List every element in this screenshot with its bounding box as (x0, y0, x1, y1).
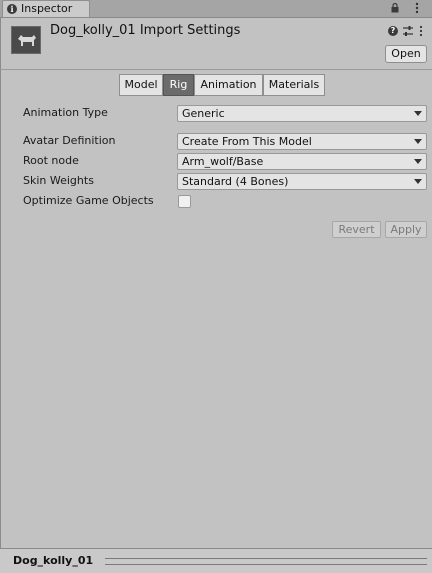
header-divider (0, 69, 432, 70)
inspector-tab-label: Inspector (21, 2, 73, 15)
preview-title: Dog_kolly_01 (13, 554, 94, 567)
menu-dots-icon[interactable] (414, 2, 420, 14)
skin-weights-dropdown[interactable]: Standard (4 Bones) (177, 173, 427, 190)
animation-type-value: Generic (182, 107, 225, 120)
avatar-definition-value: Create From This Model (182, 135, 312, 148)
optimize-game-objects-label: Optimize Game Objects (23, 194, 154, 207)
preview-resize-grip[interactable] (105, 558, 427, 565)
settings-icon[interactable] (402, 25, 414, 37)
tab-model[interactable]: Model (119, 74, 163, 96)
lock-icon[interactable] (391, 3, 399, 13)
skin-weights-label: Skin Weights (23, 174, 94, 187)
dog-model-icon (18, 35, 36, 46)
skin-weights-value: Standard (4 Bones) (182, 175, 289, 188)
optimize-game-objects-checkbox[interactable] (178, 195, 191, 208)
info-icon: i (7, 4, 17, 14)
import-settings-title: Dog_kolly_01 Import Settings (50, 23, 241, 38)
root-node-dropdown[interactable]: Arm_wolf/Base (177, 153, 427, 170)
tab-rig[interactable]: Rig (163, 74, 194, 96)
animation-type-label: Animation Type (23, 106, 108, 119)
revert-button[interactable]: Revert (332, 221, 381, 238)
tab-animation[interactable]: Animation (194, 74, 263, 96)
kebab-icon[interactable] (419, 25, 423, 37)
chevron-down-icon (414, 179, 422, 184)
chevron-down-icon (414, 111, 422, 116)
inspector-tab-bar: i Inspector (0, 0, 432, 18)
tab-materials[interactable]: Materials (263, 74, 325, 96)
inspector-tab[interactable]: i Inspector (2, 0, 90, 17)
root-node-label: Root node (23, 154, 79, 167)
model-thumbnail (11, 26, 41, 54)
apply-button[interactable]: Apply (385, 221, 427, 238)
animation-type-dropdown[interactable]: Generic (177, 105, 427, 122)
avatar-definition-dropdown[interactable]: Create From This Model (177, 133, 427, 150)
panel-edge (0, 17, 1, 549)
chevron-down-icon (414, 139, 422, 144)
avatar-definition-label: Avatar Definition (23, 134, 116, 147)
root-node-value: Arm_wolf/Base (182, 155, 264, 168)
preview-bar[interactable]: Dog_kolly_01 (0, 549, 432, 573)
open-button[interactable]: Open (385, 45, 427, 63)
help-icon[interactable]: ? (388, 26, 398, 36)
chevron-down-icon (414, 159, 422, 164)
